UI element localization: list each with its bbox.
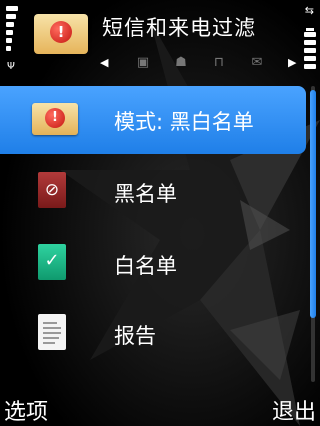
exit-softkey[interactable]: 退出 — [272, 394, 316, 426]
app-title: 短信和来电过滤 — [102, 16, 256, 40]
options-softkey[interactable]: 选项 — [4, 394, 48, 426]
battery-icon — [304, 28, 316, 74]
envelope-icon[interactable]: ✉ — [248, 54, 266, 72]
list-item-label: 白名单 — [114, 254, 177, 278]
list-item-label: 黑名单 — [114, 182, 177, 206]
network-icon: ⇆ — [304, 4, 314, 17]
list-item-label: 报告 — [114, 324, 156, 348]
list-item-blacklist[interactable]: ⊘ 黑名单 — [0, 158, 306, 226]
softkey-bar: 选项 退出 — [0, 388, 320, 426]
title-bar: Ψ ! 短信和来电过滤 ◀ ▣ ☗ ⊓ ✉ ▶ ⇆ — [0, 0, 320, 80]
scrollbar-thumb[interactable] — [310, 90, 316, 318]
scrollbar[interactable] — [309, 86, 317, 382]
signal-strength-icon: Ψ — [6, 6, 20, 72]
whitelist-check-icon: ✓ — [38, 244, 66, 280]
list-item-label: 模式: 黑白名单 — [114, 110, 254, 134]
list-item-mode[interactable]: ! 模式: 黑白名单 — [0, 86, 306, 154]
calendar-edit-icon[interactable]: ▣ — [134, 54, 152, 72]
lock-icon[interactable]: ⊓ — [210, 54, 228, 72]
message-alert-icon: ! — [34, 14, 88, 54]
tab-bar[interactable]: ◀ ▣ ☗ ⊓ ✉ ▶ — [100, 54, 300, 74]
person-icon[interactable]: ☗ — [172, 54, 190, 72]
blacklist-icon: ⊘ — [38, 172, 66, 208]
message-alert-icon: ! — [32, 103, 78, 135]
list-item-report[interactable]: 报告 — [0, 300, 306, 368]
report-document-icon — [38, 314, 66, 350]
tab-left-arrow-icon[interactable]: ◀ — [100, 56, 108, 69]
list-item-whitelist[interactable]: ✓ 白名单 — [0, 230, 306, 298]
tab-right-arrow-icon[interactable]: ▶ — [288, 56, 296, 69]
